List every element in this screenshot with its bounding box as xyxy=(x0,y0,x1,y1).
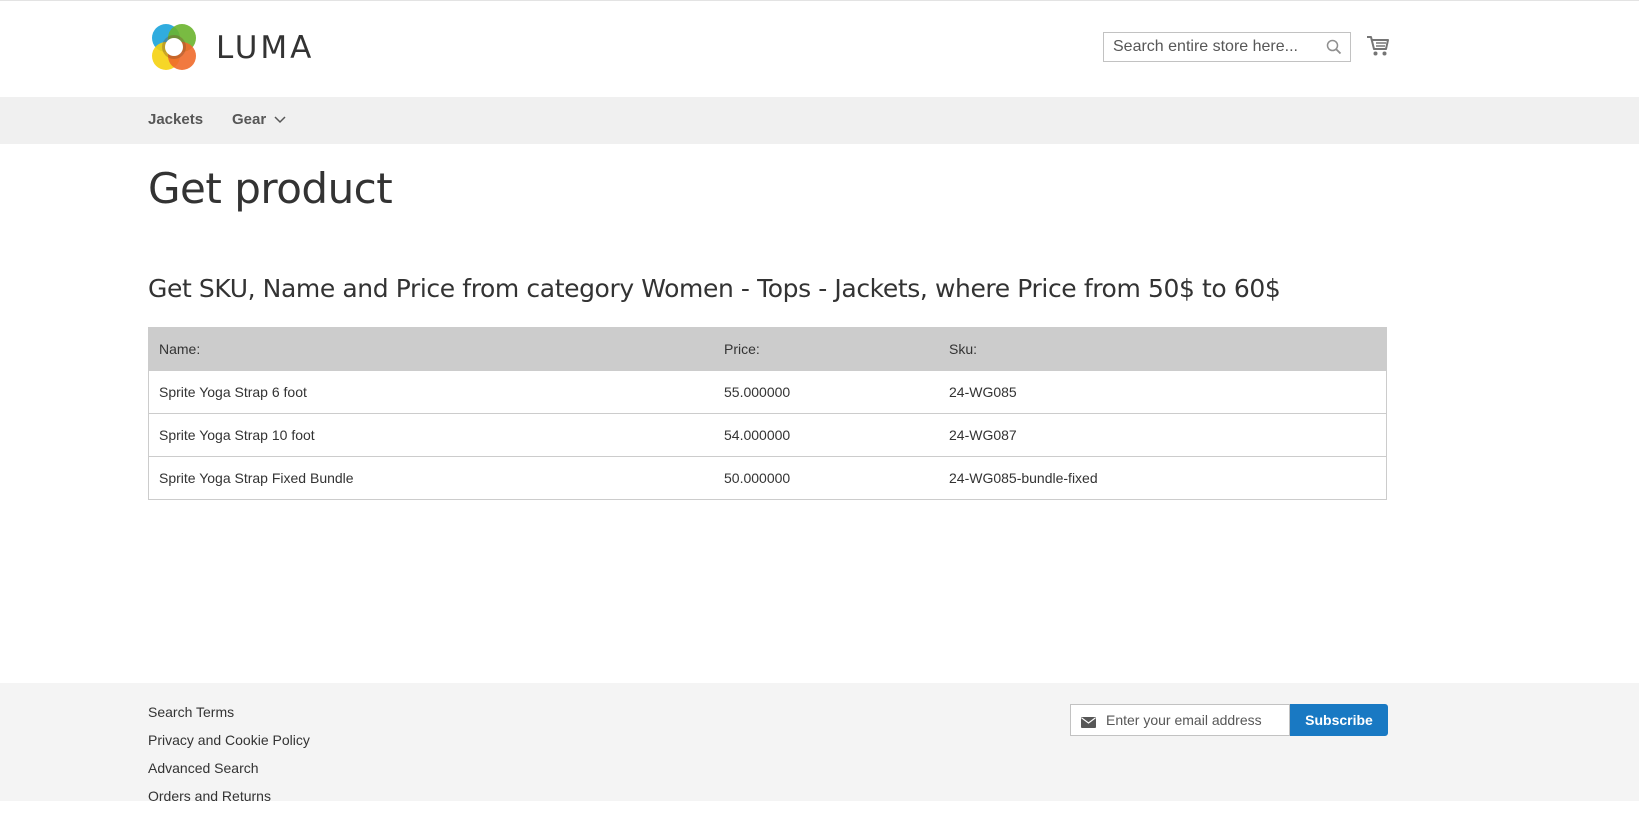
column-header-name: Name: xyxy=(148,327,714,371)
nav-item-label: Jackets xyxy=(148,111,204,128)
nav-item-jackets[interactable]: Jackets xyxy=(148,111,203,128)
footer-link-privacy-policy[interactable]: Privacy and Cookie Policy xyxy=(148,732,310,748)
section-subtitle: Get SKU, Name and Price from category Wo… xyxy=(148,274,1281,303)
cell-name: Sprite Yoga Strap 10 foot xyxy=(148,413,714,457)
envelope-icon xyxy=(1081,715,1096,733)
column-header-price: Price: xyxy=(714,327,939,371)
logo-text: LUMA xyxy=(216,30,315,66)
subscribe-button[interactable]: Subscribe xyxy=(1290,704,1388,736)
cart-icon[interactable] xyxy=(1366,35,1390,62)
table-row: Sprite Yoga Strap 10 foot 54.000000 24-W… xyxy=(148,413,1387,457)
search-box xyxy=(1103,32,1351,62)
newsletter-form: Subscribe xyxy=(1070,704,1388,736)
main-navigation: Jackets Gear xyxy=(0,97,1639,144)
footer-link-search-terms[interactable]: Search Terms xyxy=(148,704,234,720)
cell-sku: 24-WG085 xyxy=(939,370,1387,414)
footer-link-advanced-search[interactable]: Advanced Search xyxy=(148,760,259,776)
cell-price: 54.000000 xyxy=(714,413,939,457)
nav-item-label: Gear xyxy=(232,111,267,128)
product-table: Name: Price: Sku: Sprite Yoga Strap 6 fo… xyxy=(148,327,1387,500)
search-icon[interactable] xyxy=(1326,39,1342,60)
cell-price: 55.000000 xyxy=(714,370,939,414)
cell-sku: 24-WG085-bundle-fixed xyxy=(939,456,1387,500)
search-input[interactable] xyxy=(1104,33,1323,61)
newsletter-field xyxy=(1070,704,1290,736)
newsletter-email-input[interactable] xyxy=(1106,705,1286,735)
cell-name: Sprite Yoga Strap 6 foot xyxy=(148,370,714,414)
table-row: Sprite Yoga Strap Fixed Bundle 50.000000… xyxy=(148,456,1387,500)
nav-item-gear[interactable]: Gear xyxy=(232,111,286,128)
cell-name: Sprite Yoga Strap Fixed Bundle xyxy=(148,456,714,500)
footer-link-orders-returns[interactable]: Orders and Returns xyxy=(148,788,271,804)
site-header: LUMA xyxy=(0,1,1639,97)
luma-logo[interactable]: LUMA xyxy=(148,22,314,74)
table-row: Sprite Yoga Strap 6 foot 55.000000 24-WG… xyxy=(148,370,1387,414)
site-footer: Search Terms Privacy and Cookie Policy A… xyxy=(0,683,1639,804)
cell-sku: 24-WG087 xyxy=(939,413,1387,457)
page-title: Get product xyxy=(148,164,393,213)
luma-logo-icon xyxy=(152,24,196,70)
table-header-row: Name: Price: Sku: xyxy=(148,327,1387,371)
footer-links: Search Terms Privacy and Cookie Policy A… xyxy=(148,704,310,816)
cell-price: 50.000000 xyxy=(714,456,939,500)
column-header-sku: Sku: xyxy=(939,327,1387,371)
chevron-down-icon xyxy=(274,111,286,128)
